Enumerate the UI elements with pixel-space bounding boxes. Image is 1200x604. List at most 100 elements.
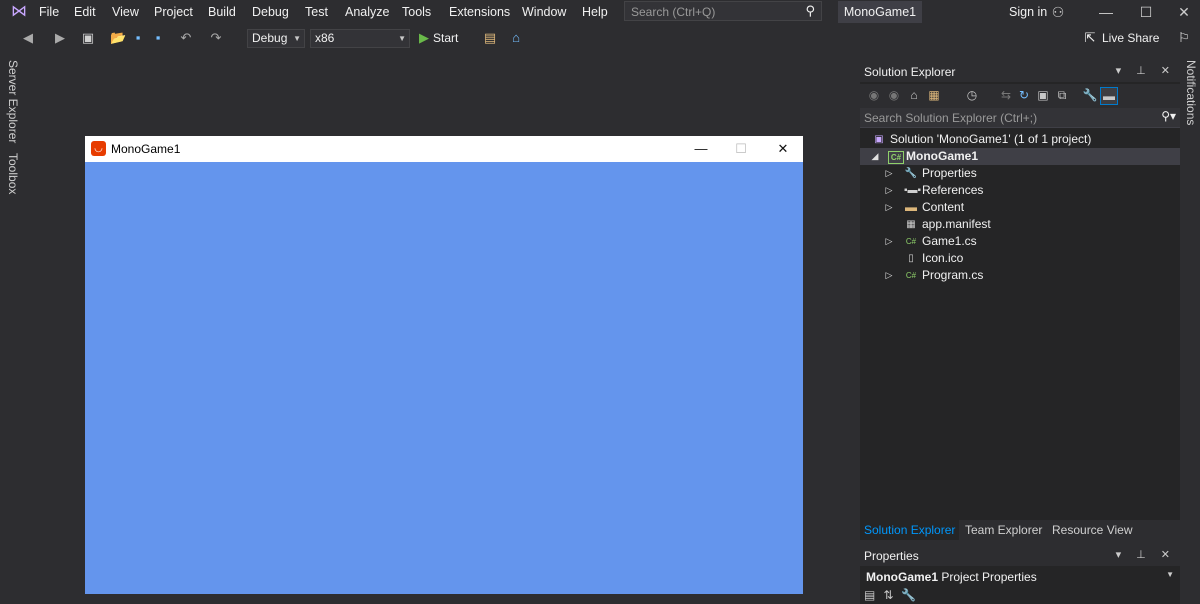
csharp-file-icon: C# <box>905 271 917 280</box>
preview-selected-icon[interactable]: ▬ <box>1100 87 1118 105</box>
live-share-icon[interactable]: ⇱ <box>1082 29 1098 47</box>
expander-closed-icon[interactable]: ▷ <box>884 182 894 199</box>
tree-label: Program.cs <box>922 268 984 282</box>
properties-toolbar: ▤⇅🔧 <box>864 588 924 602</box>
redo-icon[interactable]: ↷ <box>208 29 224 47</box>
solution-explorer-panel: Solution Explorer ▾ ⊥ ✕ ◉ ◉ ⌂ ▦ ◷ ⇆ ↻ ▣ … <box>860 62 1180 540</box>
collapse-all-icon[interactable]: ▣ <box>1035 87 1051 103</box>
expander-closed-icon[interactable]: ▷ <box>884 233 894 250</box>
game-maximize-button[interactable]: ☐ <box>729 139 753 159</box>
wrench-icon: 🔧 <box>904 168 918 179</box>
configuration-select[interactable]: Debug ▼ <box>247 29 305 48</box>
panel-window-buttons[interactable]: ▾ ⊥ ✕ <box>1116 64 1176 77</box>
tab-solution-explorer[interactable]: Solution Explorer <box>860 520 960 540</box>
expander-closed-icon[interactable]: ▷ <box>884 267 894 284</box>
menu-debug[interactable]: Debug <box>252 4 289 20</box>
back-icon[interactable]: ◉ <box>866 87 882 103</box>
solution-search-input[interactable]: Search Solution Explorer (Ctrl+;) ⚲▾ <box>860 108 1180 128</box>
undo-icon[interactable]: ↶ <box>178 29 194 47</box>
close-button[interactable]: ✕ <box>1174 2 1194 22</box>
menu-test[interactable]: Test <box>305 4 328 20</box>
maximize-button[interactable]: ☐ <box>1136 2 1156 22</box>
home-icon[interactable]: ⌂ <box>906 87 922 103</box>
new-project-icon[interactable]: ▣ <box>80 29 96 47</box>
tree-row-properties[interactable]: ▷ 🔧 Properties <box>860 165 1180 182</box>
server-explorer-tab[interactable]: Server Explorer <box>2 60 20 143</box>
minimize-button[interactable]: — <box>1096 2 1116 22</box>
live-share-button[interactable]: Live Share <box>1102 29 1172 47</box>
monogame-icon: ◡ <box>91 141 106 156</box>
tree-label: References <box>922 183 984 197</box>
solution-explorer-tabs: Solution Explorer Team Explorer Resource… <box>860 520 1180 540</box>
tree-row-project[interactable]: ◢ C# MonoGame1 <box>860 148 1180 165</box>
platform-value: x86 <box>315 31 335 45</box>
menu-help[interactable]: Help <box>582 4 608 20</box>
find-in-files-icon[interactable]: ▤ <box>482 29 498 47</box>
menu-project[interactable]: Project <box>154 4 193 20</box>
tree-label: app.manifest <box>922 217 991 231</box>
start-play-icon[interactable]: ▶ <box>418 29 430 47</box>
menu-extensions[interactable]: Extensions <box>449 4 510 20</box>
menu-analyze[interactable]: Analyze <box>345 4 389 20</box>
switch-views-icon[interactable]: ▦ <box>926 87 942 103</box>
expander-open-icon[interactable]: ◢ <box>870 148 880 165</box>
menu-edit[interactable]: Edit <box>74 4 96 20</box>
toolbox-tab[interactable]: Toolbox <box>2 153 20 194</box>
notifications-tab[interactable]: Notifications <box>1184 60 1198 125</box>
platform-select[interactable]: x86 ▼ <box>310 29 410 48</box>
navigate-forward-icon[interactable]: ▶ <box>52 29 68 47</box>
menu-view[interactable]: View <box>112 4 139 20</box>
save-icon[interactable]: ▪ <box>130 29 146 47</box>
expander-closed-icon[interactable]: ▷ <box>884 199 894 216</box>
search-input[interactable]: Search (Ctrl+Q) ⚲ <box>624 1 822 21</box>
menu-window[interactable]: Window <box>522 4 566 20</box>
forward-icon[interactable]: ◉ <box>886 87 902 103</box>
manifest-icon: ▦ <box>906 219 916 230</box>
properties-object-selector[interactable]: MonoGame1 Project Properties ▼ <box>860 566 1180 588</box>
solution-icon: ▣ <box>874 134 884 145</box>
game-window-titlebar[interactable]: ◡ MonoGame1 — ☐ ✕ <box>85 136 803 162</box>
tree-row-icon-ico[interactable]: ▯ Icon.ico <box>860 250 1180 267</box>
tree-row-app-manifest[interactable]: ▦ app.manifest <box>860 216 1180 233</box>
panel-title: Solution Explorer <box>864 65 956 79</box>
properties-wrench-icon[interactable]: 🔧 <box>1082 87 1098 103</box>
tree-row-references[interactable]: ▷ ▪▬▪ References <box>860 182 1180 199</box>
chevron-down-icon: ▼ <box>293 34 301 43</box>
browser-link-icon[interactable]: ⌂ <box>508 29 524 47</box>
visual-studio-logo-icon[interactable]: ⋈ <box>8 3 30 21</box>
panel-window-buttons[interactable]: ▾ ⊥ ✕ <box>1116 548 1176 561</box>
start-button[interactable]: Start <box>433 29 473 47</box>
pending-changes-icon[interactable]: ◷ <box>964 87 980 103</box>
tab-team-explorer[interactable]: Team Explorer <box>961 520 1046 540</box>
categorized-icon[interactable]: ▤ <box>864 588 883 602</box>
account-icon[interactable]: ⚇ <box>1048 2 1068 22</box>
expander-closed-icon[interactable]: ▷ <box>884 165 894 182</box>
tree-row-solution[interactable]: ▣ Solution 'MonoGame1' (1 of 1 project) <box>860 131 1180 148</box>
sync-icon[interactable]: ⇆ <box>998 87 1014 103</box>
game-minimize-button[interactable]: — <box>689 139 713 159</box>
feedback-icon[interactable]: ⚐ <box>1176 29 1192 47</box>
menu-bar: ⋈ File Edit View Project Build Debug Tes… <box>0 0 1200 24</box>
properties-object-type: Project Properties <box>941 570 1037 584</box>
tree-row-program-cs[interactable]: ▷ C# Program.cs <box>860 267 1180 284</box>
tab-resource-view[interactable]: Resource View <box>1048 520 1136 540</box>
tree-row-game1-cs[interactable]: ▷ C# Game1.cs <box>860 233 1180 250</box>
menu-tools[interactable]: Tools <box>402 4 431 20</box>
refresh-icon[interactable]: ↻ <box>1016 87 1032 103</box>
menu-file[interactable]: File <box>39 4 59 20</box>
references-icon: ▪▬▪ <box>904 185 922 196</box>
csharp-project-icon: C# <box>888 151 904 164</box>
game-window[interactable]: ◡ MonoGame1 — ☐ ✕ <box>85 136 803 594</box>
open-file-icon[interactable]: 📂 <box>110 29 126 47</box>
navigate-back-icon[interactable]: ◀ <box>20 29 36 47</box>
tree-label: Properties <box>922 166 977 180</box>
menu-build[interactable]: Build <box>208 4 236 20</box>
show-all-files-icon[interactable]: ⧉ <box>1054 87 1070 103</box>
sign-in-link[interactable]: Sign in <box>1009 4 1047 20</box>
save-all-icon[interactable]: ▪ <box>150 29 166 47</box>
property-pages-icon[interactable]: 🔧 <box>901 588 924 602</box>
tree-row-content[interactable]: ▷ ▬ Content <box>860 199 1180 216</box>
search-icon: ⚲ <box>805 3 815 18</box>
game-close-button[interactable]: ✕ <box>771 139 795 159</box>
alphabetical-icon[interactable]: ⇅ <box>883 588 901 602</box>
